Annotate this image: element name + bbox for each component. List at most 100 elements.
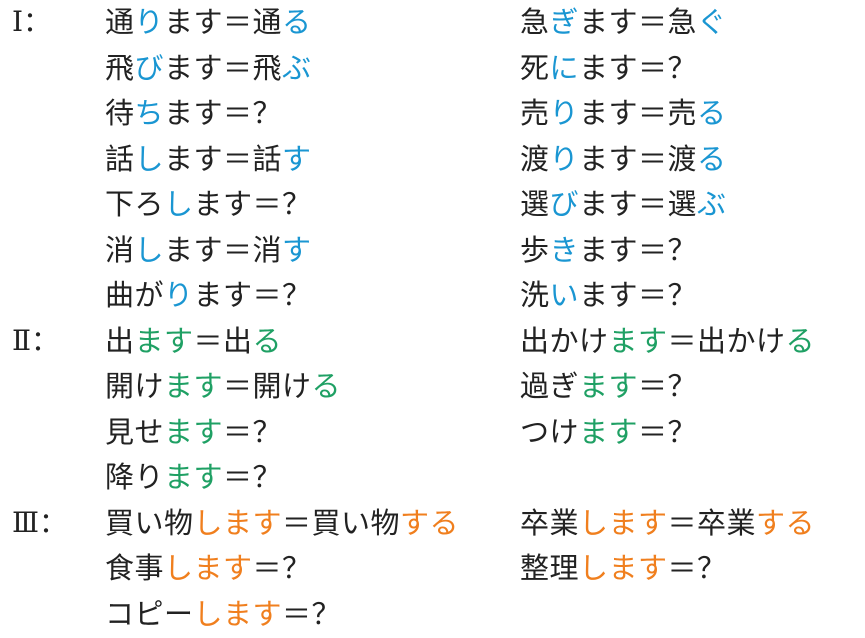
verb-text: 渡 <box>520 141 550 176</box>
highlighted-ending: し <box>134 232 165 267</box>
highlighted-ending: に <box>549 50 580 85</box>
verb-text: 買い物 <box>105 505 194 540</box>
right-verb-line: 渡ります＝渡る <box>520 137 727 181</box>
verb-text: ＝？ <box>282 596 342 631</box>
highlighted-ending: ます <box>164 414 224 449</box>
verb-text: ます＝？ <box>579 232 698 267</box>
verb-text: ます＝？ <box>193 278 312 312</box>
verb-text: つけ <box>520 414 580 449</box>
verb-text: 出 <box>105 323 135 358</box>
verb-text: ます＝？ <box>579 50 698 85</box>
verb-text: 待 <box>105 96 135 130</box>
highlighted-ending: る <box>697 96 727 130</box>
group-marker: Ⅰ： <box>12 5 52 38</box>
left-verb-line: コピーします＝？ <box>105 592 341 636</box>
highlighted-ending: び <box>134 50 165 85</box>
highlighted-ending: り <box>549 96 580 130</box>
verb-text: 死 <box>520 50 550 85</box>
highlighted-ending: き <box>549 232 580 267</box>
verb-text: 洗 <box>520 278 550 312</box>
verb-text: ＝？ <box>223 414 283 449</box>
verb-text: ＝？ <box>667 551 727 585</box>
highlighted-ending: ます <box>164 460 224 494</box>
highlighted-ending: し <box>164 187 194 221</box>
verb-text: 選 <box>520 187 550 221</box>
highlighted-ending: び <box>549 187 580 221</box>
verb-text: 歩 <box>520 232 550 267</box>
left-verb-line: 降ります＝？ <box>105 455 282 499</box>
highlighted-ending: ぶ <box>697 187 727 221</box>
verb-text: ます＝売 <box>579 96 698 130</box>
highlighted-ending: る <box>252 323 283 358</box>
highlighted-ending: る <box>697 141 727 176</box>
right-verb-line: 洗います＝？ <box>520 273 697 317</box>
verb-text: 通 <box>105 5 135 39</box>
left-verb-line: 待ちます＝？ <box>105 91 282 135</box>
verb-text: ＝卒業 <box>667 505 757 540</box>
right-verb-line: つけます＝？ <box>520 410 697 454</box>
verb-text: ＝出かけ <box>667 323 786 358</box>
left-verb-line: 買い物します＝買い物する <box>105 501 459 545</box>
left-verb-line: 曲がります＝？ <box>105 273 312 317</box>
highlighted-ending: します <box>193 596 283 631</box>
left-verb-line: 下ろします＝？ <box>105 182 312 226</box>
highlighted-ending: する <box>756 505 816 540</box>
right-verb-line: 選びます＝選ぶ <box>520 182 727 226</box>
verb-text: ＝出 <box>193 323 253 358</box>
highlighted-ending: ます <box>134 323 194 358</box>
highlighted-ending: ぎ <box>549 5 580 39</box>
highlighted-ending: ます <box>579 414 639 449</box>
left-verb-line: 消します＝消す <box>105 228 312 272</box>
right-verb-line: 出かけます＝出かける <box>520 319 815 363</box>
verb-text: ＝開け <box>223 369 312 403</box>
verb-text: 降り <box>105 460 165 494</box>
right-verb-line: 整理します＝？ <box>520 546 727 590</box>
highlighted-ending: します <box>164 551 253 585</box>
highlighted-ending: る <box>282 5 312 39</box>
left-verb-line: 飛びます＝飛ぶ <box>105 46 312 90</box>
highlighted-ending: します <box>579 551 668 585</box>
verb-text: 消 <box>105 232 135 267</box>
right-verb-line: 過ぎます＝？ <box>520 364 697 408</box>
verb-text: 飛 <box>105 50 135 85</box>
verb-text: ます＝通 <box>164 5 283 39</box>
highlighted-ending: り <box>164 278 194 312</box>
verb-text: 卒業 <box>520 505 580 540</box>
verb-text: ます＝渡 <box>579 141 698 176</box>
highlighted-ending: ち <box>134 96 165 130</box>
highlighted-ending: す <box>282 232 312 267</box>
highlighted-ending: ぐ <box>697 5 727 39</box>
group-marker: Ⅲ： <box>12 505 68 539</box>
verb-text: 食事 <box>105 551 165 585</box>
left-verb-line: 食事します＝？ <box>105 546 312 590</box>
verb-text: ます＝急 <box>579 5 698 39</box>
verb-text: 整理 <box>520 551 580 585</box>
left-verb-line: 通ります＝通る <box>105 0 312 44</box>
verb-text: 売 <box>520 96 550 130</box>
verb-text: 見せ <box>105 414 165 449</box>
highlighted-ending: る <box>785 323 816 358</box>
verb-text: ます＝？ <box>579 278 698 312</box>
verb-text: ます＝飛 <box>164 50 283 85</box>
verb-text: ＝？ <box>638 369 698 403</box>
verb-text: 出かけ <box>520 323 609 358</box>
right-verb-line: 売ります＝売る <box>520 91 727 135</box>
highlighted-ending: り <box>549 141 580 176</box>
right-verb-line: 急ぎます＝急ぐ <box>520 0 727 44</box>
verb-text: 話 <box>105 141 135 176</box>
verb-text: ＝買い物 <box>282 505 401 540</box>
verb-text: 曲が <box>105 278 165 312</box>
verb-text: ます＝消 <box>164 232 283 267</box>
left-verb-line: 出ます＝出る <box>105 319 282 363</box>
right-verb-line: 死にます＝？ <box>520 46 697 90</box>
verb-text: ます＝話 <box>164 141 283 176</box>
left-verb-line: 開けます＝開ける <box>105 364 341 408</box>
highlighted-ending: り <box>134 5 165 39</box>
verb-text: ます＝？ <box>164 96 283 130</box>
verb-text: ＝？ <box>638 414 698 449</box>
highlighted-ending: ます <box>579 369 639 403</box>
verb-conjugation-sheet: Ⅰ： 通ります＝通る 飛びます＝飛ぶ 待ちます＝？ 話します＝話す 下ろします＝？ 消します… <box>0 0 865 638</box>
highlighted-ending: する <box>400 505 460 540</box>
verb-text: ＝？ <box>223 460 283 494</box>
verb-text: 急 <box>520 5 550 39</box>
